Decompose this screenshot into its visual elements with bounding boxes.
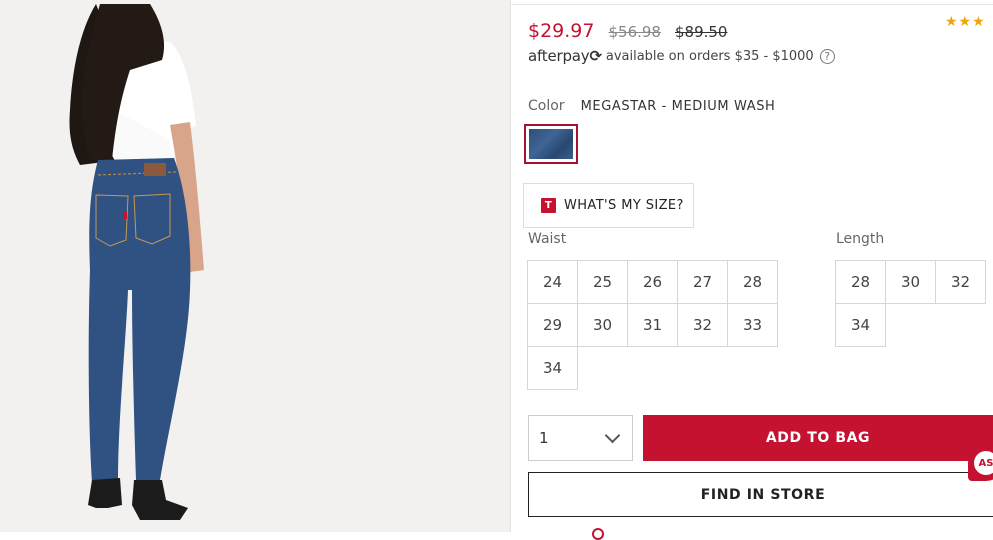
color-row: Color MEGASTAR - MEDIUM WASH [528, 98, 775, 114]
length-size-option[interactable]: 32 [935, 260, 986, 304]
waist-size-option[interactable]: 34 [527, 346, 578, 390]
list-price: $89.50 [674, 23, 728, 41]
quantity-value: 1 [539, 429, 549, 447]
waist-size-option[interactable]: 27 [677, 260, 728, 304]
length-size-option[interactable]: 34 [835, 303, 886, 347]
product-image[interactable] [0, 0, 510, 532]
chevron-down-icon [604, 427, 621, 444]
rating-stars[interactable]: ★★★ [945, 14, 986, 30]
color-swatch-selected[interactable] [524, 124, 578, 164]
waist-size-option[interactable]: 25 [577, 260, 628, 304]
find-in-store-button[interactable]: FIND IN STORE [528, 472, 993, 517]
whats-my-size-label: WHAT'S MY SIZE? [564, 198, 684, 213]
color-label: Color [528, 98, 565, 114]
help-icon[interactable]: ? [819, 48, 835, 64]
chat-label: AS [974, 451, 993, 475]
afterpay-logo: afterpay⟳ [528, 47, 602, 65]
store-pin-icon [592, 528, 604, 540]
waist-size-option[interactable]: 24 [527, 260, 578, 304]
length-size-grid: 28 30 32 34 [835, 260, 986, 347]
model-illustration [0, 0, 510, 532]
waist-label: Waist [528, 231, 567, 247]
denim-swatch [529, 129, 573, 159]
afterpay-row: afterpay⟳ available on orders $35 - $100… [528, 47, 835, 65]
color-value: MEGASTAR - MEDIUM WASH [580, 99, 776, 114]
quantity-select[interactable]: 1 [528, 415, 633, 461]
waist-size-grid: 24 25 26 27 28 29 30 31 32 33 34 [527, 260, 778, 390]
waist-size-option[interactable]: 31 [627, 303, 678, 347]
afterpay-mark-icon: ⟳ [589, 47, 602, 65]
price-row: $29.97 $56.98 $89.50 [528, 20, 727, 42]
size-tool-icon: T [541, 198, 556, 213]
length-label: Length [836, 231, 885, 247]
sale-price: $29.97 [528, 20, 595, 42]
waist-size-option[interactable]: 30 [577, 303, 628, 347]
chat-widget-button[interactable]: AS [968, 445, 993, 481]
afterpay-note: available on orders $35 - $1000 [605, 48, 814, 64]
waist-size-option[interactable]: 29 [527, 303, 578, 347]
waist-size-option[interactable]: 28 [727, 260, 778, 304]
length-size-option[interactable]: 28 [835, 260, 886, 304]
waist-size-option[interactable]: 32 [677, 303, 728, 347]
length-size-option[interactable]: 30 [885, 260, 936, 304]
add-to-bag-button[interactable]: ADD TO BAG [643, 415, 993, 461]
waist-size-option[interactable]: 26 [627, 260, 678, 304]
whats-my-size-button[interactable]: T WHAT'S MY SIZE? [523, 183, 694, 228]
waist-size-option[interactable]: 33 [727, 303, 778, 347]
original-price: $56.98 [608, 23, 661, 41]
panel-divider [510, 0, 511, 532]
